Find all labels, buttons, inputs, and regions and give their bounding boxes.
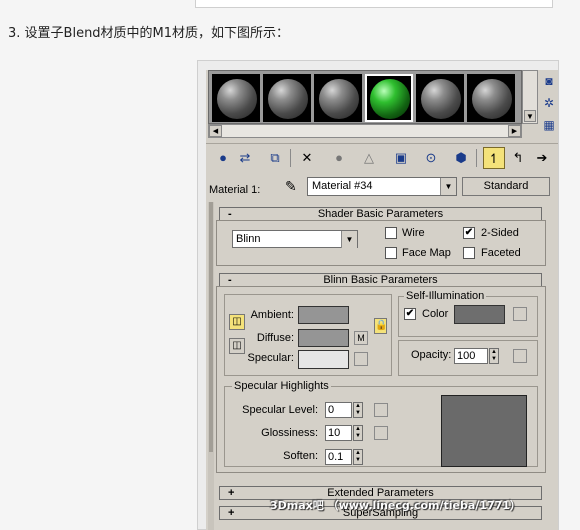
toolbar-divider (206, 143, 558, 144)
sample-slot-3[interactable] (314, 74, 362, 122)
material-sphere (268, 79, 308, 119)
lock-ambient-diffuse-icon[interactable]: ◫ (229, 314, 245, 330)
expand-sign: + (228, 487, 235, 499)
faceted-checkbox[interactable] (463, 247, 475, 259)
slots-vertical-scrollbar[interactable]: ▼ (522, 70, 538, 124)
self-illum-color-label: Color (422, 308, 449, 320)
backlight-icon[interactable]: ✲ (540, 94, 558, 112)
rollout-blinn-basic[interactable]: - Blinn Basic Parameters (219, 273, 542, 287)
collapse-sign: - (228, 208, 232, 220)
background-icon[interactable]: ▦ (540, 116, 558, 134)
wire-label: Wire (402, 227, 425, 239)
material-sphere-active (370, 79, 410, 119)
glossiness-spinner[interactable]: 10 (325, 425, 352, 441)
opacity-map-button[interactable] (513, 349, 527, 363)
sample-slot-5[interactable] (416, 74, 464, 122)
sample-slot-1[interactable] (212, 74, 260, 122)
specular-color-swatch[interactable] (298, 350, 349, 369)
material-name-field[interactable]: Material #34 ▼ (307, 177, 457, 196)
go-forward-icon[interactable]: ➔ (531, 147, 553, 169)
put-to-scene-icon[interactable]: ⇄ (234, 147, 256, 169)
rollout-title: Blinn Basic Parameters (323, 274, 438, 286)
sample-type-icon[interactable]: ◙ (540, 72, 558, 90)
material-name-value: Material #34 (312, 180, 373, 192)
highlight-curve-graph (441, 395, 527, 467)
facemap-label: Face Map (402, 247, 451, 259)
get-material-icon[interactable]: ● (212, 147, 234, 169)
specular-level-spinner[interactable]: 0 (325, 402, 352, 418)
diffuse-map-button[interactable]: M (354, 331, 368, 345)
specular-level-label: Specular Level: (242, 404, 318, 416)
show-end-result-icon[interactable]: ⬢ (450, 147, 472, 169)
two-sided-label: 2-Sided (481, 227, 519, 239)
expand-sign: + (228, 507, 235, 519)
put-to-library-icon[interactable]: △ (358, 147, 380, 169)
step-instruction: 3. 设置子Blend材质中的M1材质，如下图所示： (8, 26, 290, 41)
diffuse-label: Diffuse: (256, 332, 294, 344)
material-sphere (472, 79, 512, 119)
go-to-parent-icon[interactable]: ↰ (507, 147, 529, 169)
spinner-arrows-icon[interactable]: ▲ ▼ (353, 402, 363, 418)
self-illum-color-checkbox[interactable]: ✔ (404, 308, 416, 320)
ambient-label: Ambient: (250, 309, 294, 321)
ambient-color-swatch[interactable] (298, 306, 349, 324)
specular-level-map-button[interactable] (374, 403, 388, 417)
collapse-sign: - (228, 274, 232, 286)
specular-highlights-title: Specular Highlights (232, 380, 331, 392)
material-type-button[interactable]: Standard (462, 177, 550, 196)
shader-type-select[interactable]: Blinn ▼ (232, 230, 358, 248)
shader-type-value: Blinn (236, 233, 261, 245)
watermark: 3Dmax吧 （www.linecg.com/tieba/1771） (270, 499, 521, 512)
material-sphere (421, 79, 461, 119)
sample-slot-active[interactable] (365, 74, 413, 122)
two-sided-checkbox[interactable]: ✔ (463, 227, 475, 239)
faceted-label: Faceted (481, 247, 521, 259)
material-sphere (319, 79, 359, 119)
self-illum-color-swatch[interactable] (454, 305, 505, 324)
material-id-icon[interactable]: ▣ (390, 147, 412, 169)
show-end-result-toggle-icon[interactable]: ↿ (483, 147, 505, 169)
slots-horizontal-scrollbar[interactable]: ◀ ▶ (208, 124, 522, 138)
sample-slot-2[interactable] (263, 74, 311, 122)
chevron-down-icon[interactable]: ▼ (440, 178, 456, 195)
opacity-spinner[interactable]: 100 (454, 348, 488, 364)
scroll-right-icon[interactable]: ▶ (508, 125, 521, 137)
opacity-label: Opacity: (411, 349, 452, 361)
toolbar-separator (290, 149, 291, 167)
specular-label: Specular: (247, 352, 294, 364)
material-slot-label: Material 1: (209, 184, 261, 196)
sample-slot-6[interactable] (467, 74, 515, 122)
soften-spinner[interactable]: 0.1 (325, 449, 352, 465)
rollout-title: Shader Basic Parameters (317, 208, 444, 220)
scroll-left-icon[interactable]: ◀ (209, 125, 222, 137)
glossiness-map-button[interactable] (374, 426, 388, 440)
assign-to-selection-icon[interactable]: ⧉ (264, 147, 286, 169)
scroll-down-icon[interactable]: ▼ (524, 110, 536, 122)
previous-image-frame (195, 0, 553, 8)
glossiness-label: Glossiness: (261, 427, 318, 439)
wire-checkbox[interactable] (385, 227, 397, 239)
self-illum-map-button[interactable] (513, 307, 527, 321)
reset-map-icon[interactable]: ✕ (296, 147, 318, 169)
specular-map-button[interactable] (354, 352, 368, 366)
chevron-down-icon[interactable]: ▼ (341, 231, 357, 248)
diffuse-color-swatch[interactable] (298, 329, 349, 347)
facemap-checkbox[interactable] (385, 247, 397, 259)
eyedropper-icon[interactable]: ✎ (285, 178, 297, 195)
toolbar-separator (476, 149, 477, 167)
sample-slots (208, 70, 522, 124)
spinner-arrows-icon[interactable]: ▲ ▼ (489, 348, 499, 364)
spinner-arrows-icon[interactable]: ▲ ▼ (353, 449, 363, 465)
material-editor: ▼ ◀ ▶ ◙ ✲ ▦ ● ⇄ ⧉ ✕ ● △ ▣ ⊙ ⬢ ↿ ↰ ➔ Mate… (206, 70, 558, 530)
material-sphere (217, 79, 257, 119)
soften-label: Soften: (283, 450, 318, 462)
rollout-scroll-thumb[interactable] (209, 202, 213, 452)
show-map-icon[interactable]: ⊙ (420, 147, 442, 169)
rollout-shader-basic[interactable]: - Shader Basic Parameters (219, 207, 542, 221)
spinner-arrows-icon[interactable]: ▲ ▼ (353, 425, 363, 441)
rollout-scrollbar[interactable] (208, 202, 214, 530)
make-unique-icon[interactable]: ● (328, 147, 350, 169)
self-illumination-title: Self-Illumination (404, 290, 487, 302)
lock-icon[interactable]: 🔒 (374, 318, 387, 334)
